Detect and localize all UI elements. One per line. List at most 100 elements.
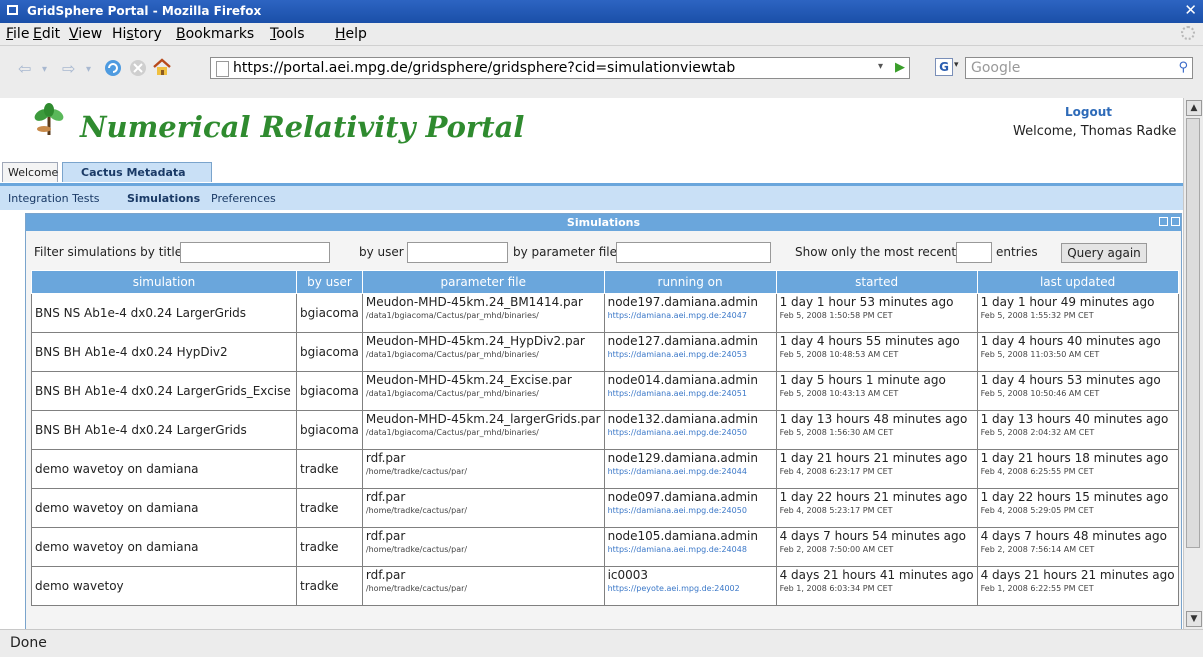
cell-detail: Feb 2, 2008 7:50:00 AM CET xyxy=(779,545,894,554)
forward-dropdown-icon[interactable]: ▾ xyxy=(86,64,91,75)
url-bar[interactable]: https://portal.aei.mpg.de/gridsphere/gri… xyxy=(210,57,910,79)
header-last-updated[interactable]: last updated xyxy=(976,270,1179,294)
cell-running-on: node105.damiana.admin https://damiana.aei… xyxy=(603,527,777,567)
back-arrow-icon[interactable]: ⇦ xyxy=(18,59,31,78)
header-by-user[interactable]: by user xyxy=(296,270,363,294)
vertical-scrollbar[interactable]: ▲ ▼ xyxy=(1183,98,1203,629)
table-row[interactable]: BNS NS Ab1e-4 dx0.24 LargerGrids bgiacoma… xyxy=(31,293,1179,333)
home-icon[interactable] xyxy=(152,58,172,76)
menu-file[interactable]: File xyxy=(6,26,29,42)
menu-history[interactable]: History xyxy=(112,26,162,42)
logout-link[interactable]: Logout xyxy=(1065,105,1112,119)
cell-text: bgiacoma xyxy=(300,423,359,437)
cell-simulation: BNS BH Ab1e-4 dx0.24 HypDiv2 xyxy=(31,332,297,372)
table-row[interactable]: demo wavetoy on damiana tradke rdf.par/hom… xyxy=(31,527,1179,567)
forward-arrow-icon[interactable]: ⇨ xyxy=(62,59,75,78)
host-url-link[interactable]: https://damiana.aei.mpg.de:24047 xyxy=(608,311,773,320)
window-titlebar: GridSphere Portal - Mozilla Firefox ✕ xyxy=(0,0,1203,23)
cell-simulation: BNS BH Ab1e-4 dx0.24 LargerGrids xyxy=(31,410,297,450)
host-url-link[interactable]: https://peyote.aei.mpg.de:24002 xyxy=(608,584,773,593)
host-url-link[interactable]: https://damiana.aei.mpg.de:24044 xyxy=(608,467,773,476)
url-history-dropdown-icon[interactable]: ▾ xyxy=(878,61,883,72)
table-row[interactable]: BNS BH Ab1e-4 dx0.24 HypDiv2 bgiacoma Meud… xyxy=(31,332,1179,372)
scroll-up-icon[interactable]: ▲ xyxy=(1186,100,1202,116)
stop-icon[interactable] xyxy=(128,58,148,78)
recent-label: Show only the most recent xyxy=(795,245,957,259)
filter-title-input[interactable] xyxy=(180,242,330,263)
cell-text: rdf.par xyxy=(365,490,406,504)
cell-detail: Feb 5, 2008 2:04:32 AM CET xyxy=(980,428,1095,437)
cell-detail: /data1/bgiacoma/Cactus/par_mhd/binaries/ xyxy=(365,311,539,320)
simulations-panel: Simulations Filter simulations by title … xyxy=(25,213,1182,629)
host-url-link[interactable]: https://damiana.aei.mpg.de:24050 xyxy=(608,506,773,515)
cell-text: node014.damiana.admin xyxy=(607,373,758,387)
cell-last-updated: 1 day 22 hours 15 minutes ago Feb 4, 2008… xyxy=(976,488,1179,528)
cell-text: ic0003 xyxy=(607,568,649,582)
tab-cactus-metadata[interactable]: Cactus Metadata xyxy=(62,162,212,182)
go-icon[interactable]: ▶ xyxy=(895,60,905,75)
menu-tools[interactable]: Tools xyxy=(270,26,305,42)
subnav-integration-tests[interactable]: Integration Tests xyxy=(8,192,100,205)
table-row[interactable]: demo wavetoy on damiana tradke rdf.par/hom… xyxy=(31,488,1179,528)
tab-welcome[interactable]: Welcome xyxy=(2,162,58,182)
scroll-thumb[interactable] xyxy=(1186,118,1200,548)
filter-user-input[interactable] xyxy=(407,242,508,263)
cell-text: 1 day 4 hours 53 minutes ago xyxy=(980,373,1161,387)
cell-user: bgiacoma xyxy=(296,410,363,450)
cell-running-on: node129.damiana.admin https://damiana.aei… xyxy=(603,449,777,489)
cell-text: tradke xyxy=(300,579,339,593)
cell-text: tradke xyxy=(300,462,339,476)
host-url-link[interactable]: https://damiana.aei.mpg.de:24051 xyxy=(608,389,773,398)
menu-edit[interactable]: Edit xyxy=(33,26,60,42)
menu-help[interactable]: Help xyxy=(335,26,367,42)
header-started[interactable]: started xyxy=(775,270,978,294)
reload-icon[interactable] xyxy=(103,58,123,78)
back-dropdown-icon[interactable]: ▾ xyxy=(42,64,47,75)
close-window-icon[interactable]: ✕ xyxy=(1184,1,1197,19)
search-input[interactable]: Google ⚲ xyxy=(965,57,1193,79)
minimize-panel-icon[interactable] xyxy=(1159,217,1168,226)
table-row[interactable]: demo wavetoy on damiana tradke rdf.par/hom… xyxy=(31,449,1179,489)
recent-count-input[interactable] xyxy=(956,242,992,263)
status-text: Done xyxy=(10,635,47,651)
host-url-link[interactable]: https://damiana.aei.mpg.de:24053 xyxy=(608,350,773,359)
url-text[interactable]: https://portal.aei.mpg.de/gridsphere/gri… xyxy=(233,60,735,76)
cell-detail: /home/tradke/cactus/par/ xyxy=(365,506,468,515)
table-row[interactable]: demo wavetoy tradke rdf.par/home/tradke/ca… xyxy=(31,566,1179,606)
search-icon[interactable]: ⚲ xyxy=(1178,60,1188,75)
header-parameter-file[interactable]: parameter file xyxy=(361,270,605,294)
filter-param-label: by parameter file xyxy=(513,245,617,259)
page-viewport: Numerical Relativity Portal Logout Welco… xyxy=(0,98,1183,629)
filter-param-input[interactable] xyxy=(616,242,771,263)
search-engine-dropdown-icon[interactable]: ▾ xyxy=(954,60,959,70)
menu-bar: File Edit View History Bookmarks Tools H… xyxy=(0,23,1203,46)
host-url-link[interactable]: https://damiana.aei.mpg.de:24050 xyxy=(608,428,773,437)
subnav-simulations[interactable]: Simulations xyxy=(127,192,200,205)
cell-text: Meudon-MHD-45km.24_HypDiv2.par xyxy=(365,334,585,348)
cell-started: 1 day 4 hours 55 minutes ago Feb 5, 2008 … xyxy=(775,332,978,372)
header-running-on[interactable]: running on xyxy=(603,270,777,294)
panel-title: Simulations xyxy=(566,216,641,229)
filter-bar: Filter simulations by title by user by p… xyxy=(26,231,1181,267)
scroll-down-icon[interactable]: ▼ xyxy=(1186,611,1202,627)
table-row[interactable]: BNS BH Ab1e-4 dx0.24 LargerGrids_Excise b… xyxy=(31,371,1179,411)
portal-tabs: Welcome Cactus Metadata xyxy=(0,162,1183,184)
cell-text: node132.damiana.admin xyxy=(607,412,758,426)
menu-view[interactable]: View xyxy=(69,26,102,42)
menu-bookmarks[interactable]: Bookmarks xyxy=(176,26,254,42)
table-row[interactable]: BNS BH Ab1e-4 dx0.24 LargerGrids bgiacoma… xyxy=(31,410,1179,450)
cell-started: 1 day 22 hours 21 minutes ago Feb 4, 2008… xyxy=(775,488,978,528)
subnav-preferences[interactable]: Preferences xyxy=(211,192,276,205)
cell-started: 4 days 7 hours 54 minutes ago Feb 2, 2008… xyxy=(775,527,978,567)
cell-text: bgiacoma xyxy=(300,384,359,398)
cell-text: demo wavetoy on damiana xyxy=(35,540,199,554)
cell-text: 1 day 4 hours 40 minutes ago xyxy=(980,334,1161,348)
cell-text: demo wavetoy on damiana xyxy=(35,462,199,476)
maximize-panel-icon[interactable] xyxy=(1171,217,1180,226)
header-simulation[interactable]: simulation xyxy=(31,270,297,294)
window-menu-icon[interactable] xyxy=(7,5,18,15)
query-again-button[interactable]: Query again xyxy=(1061,243,1147,263)
search-engine-icon[interactable]: G xyxy=(935,58,953,76)
host-url-link[interactable]: https://damiana.aei.mpg.de:24048 xyxy=(608,545,773,554)
page-icon xyxy=(216,61,229,77)
